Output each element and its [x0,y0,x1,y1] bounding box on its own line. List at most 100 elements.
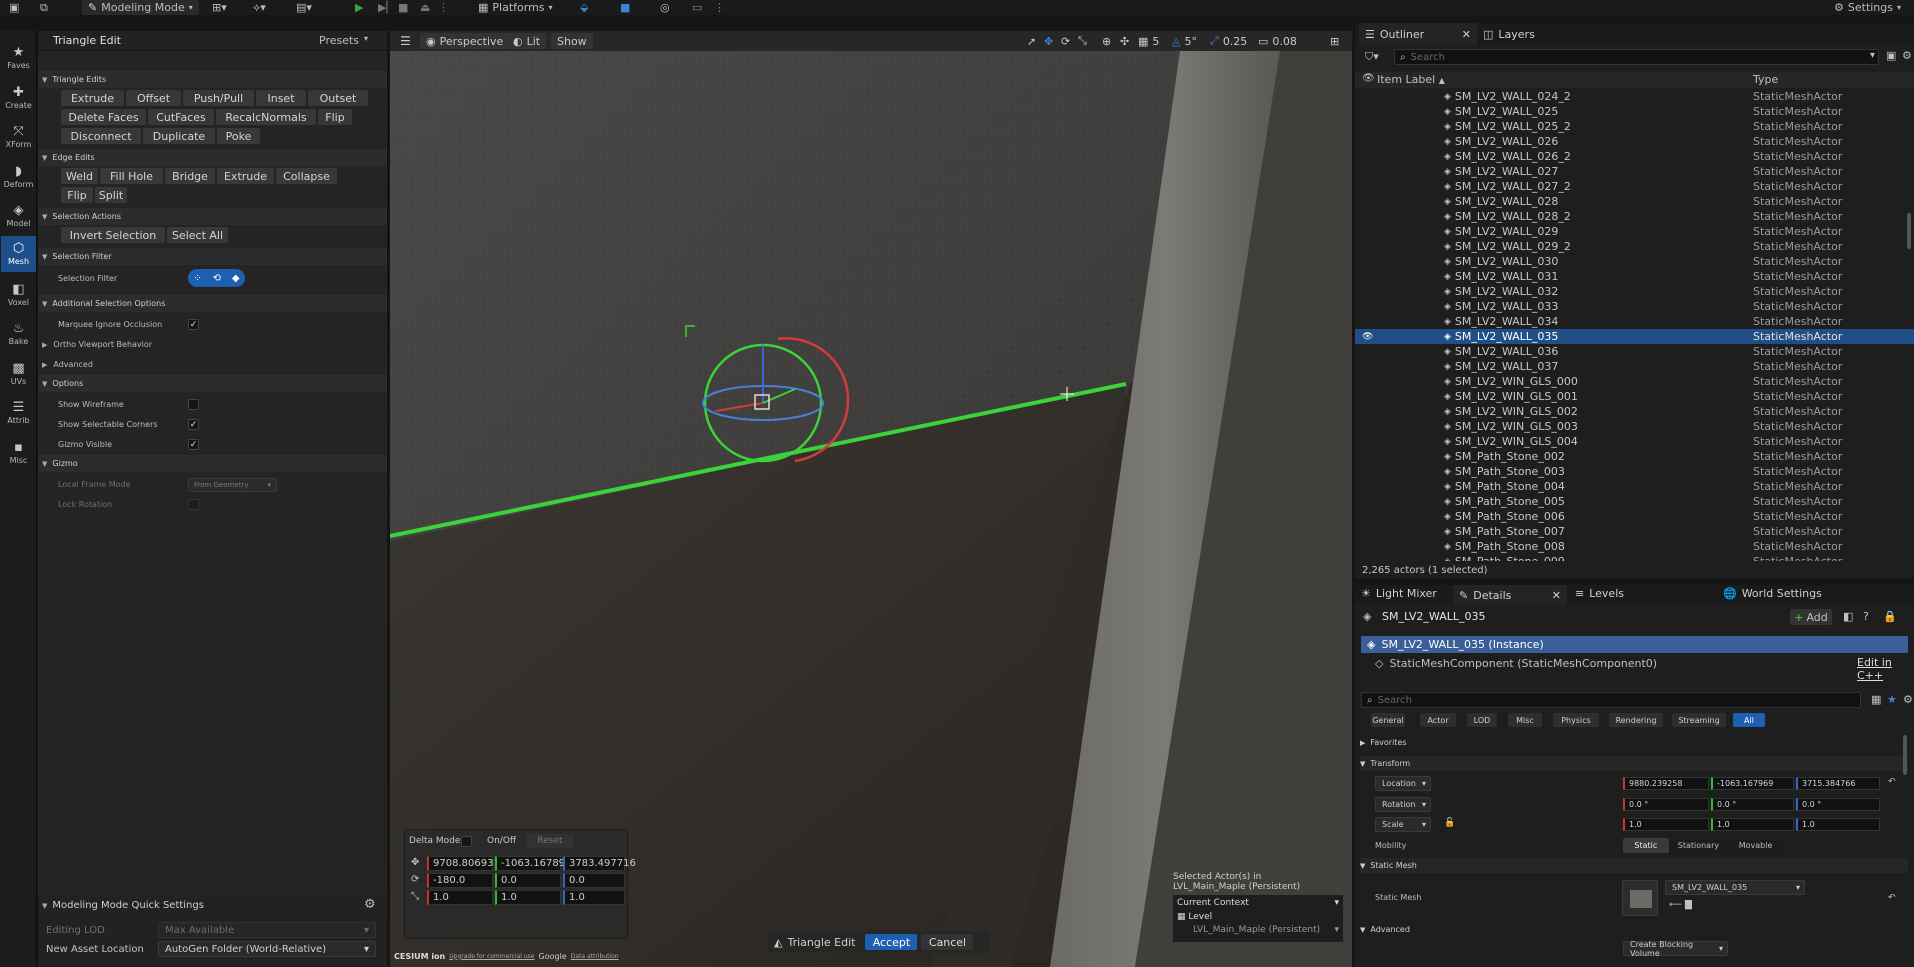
delta-location-x[interactable]: 9708.806931 [427,856,500,871]
new-asset-dropdown[interactable]: AutoGen Folder (World-Relative) ▾ [158,941,376,957]
scale-mode-dropdown[interactable]: Scale ▾ [1375,817,1431,832]
tool-voxel[interactable]: ◧ Voxel [1,277,36,313]
filter-misc[interactable]: Misc [1508,713,1542,727]
performance-icon[interactable]: ◎ [660,0,670,15]
local-frame-dropdown[interactable]: From Geometry ▾ [188,478,277,492]
rotation-y-field[interactable]: 0.0 ° [1711,798,1794,811]
selection-filter-toggle[interactable]: ⁘ ⟲ ◆ [188,269,245,287]
scale-snap-button[interactable]: ⤢ 0.25 [1208,33,1249,49]
show-wireframe-checkbox[interactable] [188,399,199,410]
delta-scale-x[interactable]: 1.0 [427,890,493,905]
tool-faves[interactable]: ★ Faves [1,40,36,76]
outliner-row[interactable]: ◈ SM_LV2_WALL_025_2 StaticMeshActor [1355,119,1914,134]
section-triangle-edits[interactable]: ▼ Triangle Edits [38,71,387,88]
outliner-row[interactable]: ◈ SM_LV2_WIN_GLS_000 StaticMeshActor [1355,374,1914,389]
layout-icon[interactable]: ▭ [692,0,702,15]
outliner-row[interactable]: ◈ SM_LV2_WALL_028_2 StaticMeshActor [1355,209,1914,224]
level-dropdown[interactable]: LVL_Main_Maple (Persistent) ▾ [1193,925,1339,935]
rotation-z-field[interactable]: 0.0 ° [1796,798,1880,811]
outliner-row[interactable]: ◈ SM_LV2_WALL_029_2 StaticMeshActor [1355,239,1914,254]
flip-button[interactable]: Flip [318,109,352,125]
outliner-row[interactable]: ◈ SM_LV2_WALL_027_2 StaticMeshActor [1355,179,1914,194]
delta-location-z[interactable]: 3783.497716 [563,856,636,871]
outliner-row[interactable]: ◈ SM_Path_Stone_009 StaticMeshActor [1355,554,1914,561]
filter-rendering[interactable]: Rendering [1609,713,1663,727]
edge-extrude-button[interactable]: Extrude [217,168,274,184]
scale-mode-icon[interactable]: ⤡ [1076,33,1089,49]
filter-physics[interactable]: Physics [1553,713,1599,727]
eject-icon[interactable]: ⏏ [420,0,430,15]
tool-create[interactable]: ✚ Create [1,80,36,116]
mobility-stationary[interactable]: Stationary [1669,838,1728,853]
mobility-movable[interactable]: Movable [1728,838,1783,853]
scale-x-field[interactable]: 1.0 [1623,818,1709,831]
source-control-icon[interactable]: ■ [620,0,630,15]
vertex-filter-icon[interactable]: ⁘ [193,273,201,284]
split-button[interactable]: Split [95,187,127,203]
data-attribution-link[interactable]: Data attribution [571,953,619,960]
advanced-section[interactable]: ▼ Advanced [1360,922,1908,937]
create-blocking-volume-button[interactable]: Create Blocking Volume ▾ [1623,940,1728,958]
fill-hole-button[interactable]: Fill Hole [100,168,163,184]
surface-snap-icon[interactable]: ✣ [1118,33,1131,49]
mode-dropdown[interactable]: ✎ Modeling Mode ▾ [82,0,199,15]
outliner-row[interactable]: ◈ SM_LV2_WALL_026_2 StaticMeshActor [1355,149,1914,164]
bridge-button[interactable]: Bridge [165,168,215,184]
rotation-x-field[interactable]: 0.0 ° [1623,798,1709,811]
section-selection-actions[interactable]: ▼ Selection Actions [38,208,387,225]
gear-icon[interactable]: ⚙ [364,897,376,912]
push-pull-button[interactable]: Push/Pull [183,90,254,106]
outliner-row[interactable]: ◈ SM_LV2_WALL_025 StaticMeshActor [1355,104,1914,119]
viewport-scene[interactable] [390,31,1352,967]
static-mesh-dropdown[interactable]: SM_LV2_WALL_035 ▾ [1665,880,1805,895]
outliner-scrollbar[interactable] [1907,213,1911,249]
platforms-dropdown[interactable]: ▦ Platforms ▾ [478,0,553,15]
blueprint-icon[interactable]: ◧ [1843,610,1853,623]
hamburger-menu-icon[interactable]: ☰ [394,33,417,49]
content-icon[interactable]: ⧉ [40,0,48,15]
use-selected-icon[interactable]: ⟵ [1669,900,1682,910]
edge-flip-button[interactable]: Flip [61,187,93,203]
favorites-section[interactable]: ▶ Favorites [1360,735,1908,750]
collapse-button[interactable]: Collapse [276,168,337,184]
close-icon[interactable]: ✕ [1462,28,1471,41]
tool-attrib[interactable]: ☰ Attrib [1,395,36,431]
filter-general[interactable]: General [1371,713,1405,727]
show-corners-checkbox[interactable]: ✓ [188,419,199,430]
table-view-icon[interactable]: ▦ [1871,693,1881,706]
outliner-row[interactable]: ◈ SM_LV2_WALL_032 StaticMeshActor [1355,284,1914,299]
delta-scale-z[interactable]: 1.0 [563,890,625,905]
recalc-normals-button[interactable]: RecalcNormals [216,109,316,125]
outliner-row[interactable]: ◈ SM_LV2_WALL_029 StaticMeshActor [1355,224,1914,239]
rotate-mode-icon[interactable]: ⟳ [1059,33,1072,49]
outliner-row[interactable]: ◈ SM_Path_Stone_004 StaticMeshActor [1355,479,1914,494]
cutfaces-button[interactable]: CutFaces [148,109,214,125]
instance-row[interactable]: ◈ SM_LV2_WALL_035 (Instance) [1361,636,1908,653]
tab-levels[interactable]: ≡ Levels [1575,587,1624,600]
edit-cpp-link[interactable]: Edit in C++ [1857,656,1914,682]
lock-rotation-checkbox[interactable] [188,499,199,510]
translate-mode-icon[interactable]: ✥ [1042,33,1055,49]
outliner-row[interactable]: ◈ SM_LV2_WALL_024_2 StaticMeshActor [1355,89,1914,104]
perspective-button[interactable]: ◉ Perspective [420,33,510,49]
details-search-input[interactable]: ⌕ Search [1361,692,1861,708]
offset-button[interactable]: Offset [126,90,181,106]
outliner-row[interactable]: ◈ SM_LV2_WALL_036 StaticMeshActor [1355,344,1914,359]
outliner-row[interactable]: ◈ SM_LV2_WALL_030 StaticMeshActor [1355,254,1914,269]
grid-snap-button[interactable]: ▦ 5 [1136,33,1161,49]
delta-rotation-x[interactable]: -180.0 [427,873,493,888]
poke-button[interactable]: Poke [217,128,260,144]
static-mesh-thumbnail[interactable] [1622,880,1658,916]
world-space-icon[interactable]: ⊕ [1100,33,1113,49]
component-row[interactable]: ◇ StaticMeshComponent (StaticMeshComponen… [1375,655,1908,671]
tool-bake[interactable]: ♨ Bake [1,316,36,352]
delta-location-y[interactable]: -1063.16789 [495,856,565,871]
scale-z-field[interactable]: 1.0 [1796,818,1880,831]
location-z-field[interactable]: 3715.384766 [1796,777,1880,790]
select-mode-icon[interactable]: ➚ [1025,33,1038,49]
type-column[interactable]: Type [1753,73,1778,86]
presets-dropdown[interactable]: Presets ▾ [319,34,368,47]
editing-lod-dropdown[interactable]: Max Available ▾ [158,922,376,938]
delta-scale-y[interactable]: 1.0 [495,890,561,905]
delta-reset-button[interactable]: Reset [527,834,573,848]
